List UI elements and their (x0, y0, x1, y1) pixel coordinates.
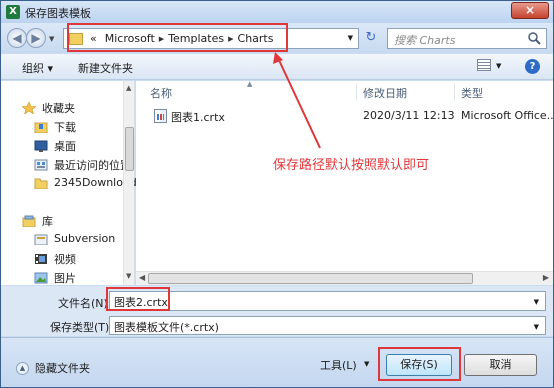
filetype-value: 图表模板文件(*.crtx) (114, 321, 219, 334)
library-icon (22, 215, 36, 227)
dialog-footer: ▲ 隐藏文件夹 工具(L) ▼ 保存(S) 取消 (1, 337, 553, 387)
video-library-icon (35, 254, 47, 264)
tools-menu-button[interactable]: 工具(L) (320, 357, 357, 373)
download-folder-icon (34, 122, 48, 133)
sidebar-item-favorites[interactable]: 收藏夹 (22, 100, 75, 116)
view-dropdown-icon[interactable]: ▼ (496, 62, 501, 70)
search-icon[interactable] (527, 31, 542, 46)
filetype-dropdown-icon[interactable]: ▼ (534, 323, 539, 331)
sidebar-item-desktop[interactable]: 桌面 (34, 138, 76, 154)
filename-dropdown-icon[interactable]: ▼ (534, 298, 539, 306)
folder-icon (34, 178, 48, 189)
scroll-up-icon[interactable]: ▲ (126, 84, 131, 92)
sidebar-item-label: 图片 (54, 272, 76, 285)
tools-dropdown-icon[interactable]: ▼ (364, 360, 369, 368)
sidebar-item-videos[interactable]: 视频 (34, 251, 76, 267)
recent-pages-dropdown-icon[interactable]: ▼ (49, 35, 54, 43)
refresh-icon[interactable]: ↻ (362, 28, 380, 49)
scroll-down-icon[interactable]: ▼ (126, 272, 131, 280)
sidebar-item-pictures[interactable]: 图片 (34, 270, 76, 286)
chevron-up-icon: ▲ (16, 361, 29, 375)
search-placeholder: 搜索 Charts (394, 34, 456, 47)
scroll-right-icon[interactable]: ▶ (543, 273, 549, 282)
forward-button[interactable]: ▶ (26, 28, 46, 48)
file-list-pane: ▲ 名称 修改日期 类型 图表1.crtx 2020/3/11 12:13 Mi… (136, 80, 554, 285)
filetype-label: 保存类型(T): (50, 321, 114, 334)
filetype-select[interactable]: 图表模板文件(*.crtx) ▼ (109, 316, 546, 335)
column-header-modified[interactable]: 修改日期 (363, 85, 407, 101)
column-divider[interactable] (356, 83, 357, 101)
save-chart-template-dialog: X 保存图表模板 × ◀ ▶ ▼ « Microsoft ▶ Templates… (0, 0, 554, 388)
file-modified-cell: 2020/3/11 12:13 (363, 109, 455, 122)
column-header-name[interactable]: 名称 (150, 85, 172, 101)
sidebar-vertical-scrollbar[interactable]: ▲ ▼ (123, 81, 134, 285)
help-icon[interactable]: ? (525, 59, 540, 74)
sidebar-item-label: Subversion (54, 232, 116, 245)
close-button[interactable]: × (511, 2, 549, 19)
library-folder-icon (34, 234, 48, 245)
command-toolbar: 组织 ▾ 新建文件夹 ▼ ? (1, 54, 553, 80)
organize-menu-button[interactable]: 组织 ▾ (22, 60, 53, 76)
sidebar-item-label: 视频 (54, 253, 76, 266)
hide-folders-label: 隐藏文件夹 (35, 362, 90, 375)
annotation-highlight-address (67, 23, 288, 52)
back-button[interactable]: ◀ (7, 28, 27, 48)
sidebar-item-downloads[interactable]: 下载 (34, 119, 76, 135)
cancel-button[interactable]: 取消 (464, 354, 537, 376)
sidebar-item-recent-places[interactable]: 最近访问的位置 (34, 157, 131, 173)
recent-places-icon (34, 159, 48, 171)
filename-label: 文件名(N): (58, 297, 112, 310)
annotation-highlight-save (378, 347, 461, 381)
annotation-highlight-filename (106, 287, 170, 311)
sidebar-item-label: 最近访问的位置 (54, 159, 131, 172)
save-form: 文件名(N): 图表2.crtx ▼ 保存类型(T): 图表模板文件(*.crt… (1, 286, 553, 336)
hide-folders-toggle[interactable]: ▲ 隐藏文件夹 (16, 360, 90, 376)
file-name-cell[interactable]: 图表1.crtx (171, 109, 225, 125)
column-header-type[interactable]: 类型 (461, 85, 483, 101)
sort-ascending-icon: ▲ (247, 80, 253, 88)
address-dropdown-icon[interactable]: ▼ (348, 34, 353, 42)
desktop-icon (34, 140, 48, 152)
file-list-horizontal-scrollbar[interactable]: ◀ ▶ (136, 271, 553, 285)
sidebar-item-label: 库 (42, 215, 53, 228)
sidebar-scroll-thumb[interactable] (125, 127, 134, 171)
picture-library-icon (34, 272, 48, 284)
column-divider[interactable] (454, 83, 455, 101)
sidebar-item-label: 收藏夹 (42, 102, 75, 115)
annotation-text: 保存路径默认按照默认即可 (273, 158, 430, 173)
view-options-icon[interactable] (477, 59, 491, 71)
chart-template-file-icon (154, 109, 167, 123)
title-bar: X 保存图表模板 × (1, 1, 553, 23)
filename-input[interactable]: 图表2.crtx ▼ (109, 291, 546, 311)
window-title: 保存图表模板 (25, 7, 91, 20)
sidebar-item-subversion[interactable]: Subversion (34, 232, 115, 245)
scroll-left-icon[interactable]: ◀ (139, 273, 145, 282)
horizontal-scroll-thumb[interactable] (148, 273, 473, 284)
excel-app-icon: X (6, 5, 20, 19)
file-type-cell: Microsoft Office... (461, 109, 554, 122)
sidebar-item-label: 桌面 (54, 140, 76, 153)
new-folder-button[interactable]: 新建文件夹 (78, 60, 133, 76)
sidebar-item-libraries[interactable]: 库 (22, 213, 53, 229)
sidebar-item-label: 下载 (54, 121, 76, 134)
navigation-pane: 收藏夹 下载 桌面 最近访问的位置 2345Downloads 库 Subver… (1, 81, 142, 286)
star-icon (22, 102, 36, 114)
search-input[interactable]: 搜索 Charts (387, 28, 547, 49)
